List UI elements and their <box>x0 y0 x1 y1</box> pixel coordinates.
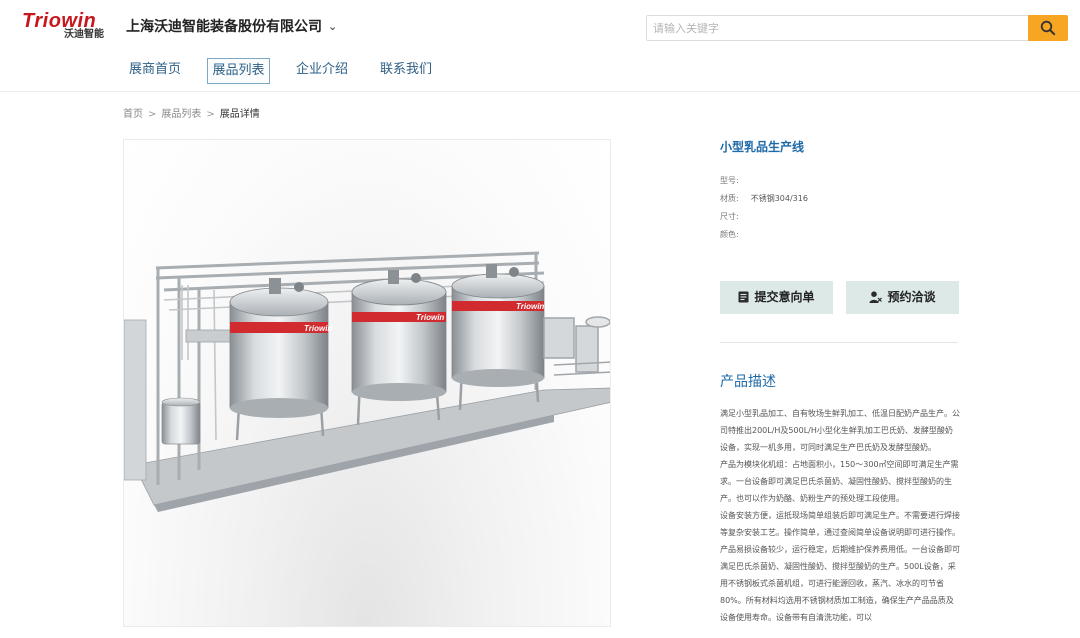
spec-model: 型号: <box>720 175 751 187</box>
nav-exhibitor-home[interactable]: 展商首页 <box>120 58 190 84</box>
spec-size: 尺寸: <box>720 211 751 223</box>
breadcrumb-separator: > <box>148 109 157 120</box>
book-meeting-button[interactable]: 预约洽谈 <box>846 281 959 314</box>
user-meeting-icon <box>869 291 883 303</box>
nav-contact-us[interactable]: 联系我们 <box>371 58 441 84</box>
book-meeting-label: 预约洽谈 <box>887 290 936 304</box>
company-name: 上海沃迪智能装备股份有限公司 <box>126 19 322 35</box>
breadcrumb-separator: > <box>206 109 215 120</box>
site-header: Triowin 沃迪智能 上海沃迪智能装备股份有限公司 ⌄ 展商首页 展品列表 企… <box>0 0 1080 92</box>
breadcrumb-current: 展品详情 <box>219 109 260 120</box>
search-input[interactable] <box>646 15 1029 41</box>
spec-value: 不锈钢304/316 <box>750 194 808 203</box>
tank-brand-label: Triowin <box>516 302 544 311</box>
spec-label: 颜色: <box>720 230 739 239</box>
chevron-down-icon: ⌄ <box>328 20 338 33</box>
description-paragraph: 满足小型乳品加工、自有牧场生鲜乳加工、低温日配奶产品生产。公司特推出200L/H… <box>720 409 960 452</box>
spec-label: 材质: <box>720 194 739 203</box>
search-button[interactable] <box>1028 15 1068 41</box>
spec-color: 颜色: <box>720 229 751 241</box>
tank-1: Triowin <box>229 278 332 441</box>
description-paragraph: 设备安装方便，运抵现场简单组装后即可满足生产。不需要进行焊接等复杂安装工艺。操作… <box>720 511 960 622</box>
submit-intent-button[interactable]: 提交意向单 <box>720 281 833 314</box>
tank-brand-label: Triowin <box>416 313 444 322</box>
breadcrumb-exhibit-list[interactable]: 展品列表 <box>161 109 201 120</box>
search-icon <box>1040 20 1056 36</box>
product-title: 小型乳品生产线 <box>720 140 805 154</box>
dairy-production-line-illustration: Triowin Triowin Triowin <box>124 251 610 512</box>
tank-3: Triowin <box>451 264 544 411</box>
breadcrumb: 首页 > 展品列表 > 展品详情 <box>123 108 260 122</box>
spec-label: 尺寸: <box>720 212 739 221</box>
description-heading: 产品描述 <box>720 374 776 390</box>
triowin-logo[interactable]: Triowin 沃迪智能 <box>22 10 108 44</box>
product-image[interactable]: Triowin Triowin Triowin <box>123 139 611 627</box>
submit-intent-label: 提交意向单 <box>754 290 815 304</box>
product-description: 满足小型乳品加工、自有牧场生鲜乳加工、低温日配奶产品生产。公司特推出200L/H… <box>720 405 960 626</box>
description-paragraph: 产品为模块化机组：占地面积小，150～300㎡空间即可满足生产需求。一台设备即可… <box>720 460 959 503</box>
company-switcher[interactable]: 上海沃迪智能装备股份有限公司 ⌄ <box>126 17 337 37</box>
spec-material: 材质: 不锈钢304/316 <box>720 193 808 205</box>
breadcrumb-home[interactable]: 首页 <box>123 109 143 120</box>
logo-subtitle: 沃迪智能 <box>64 29 104 40</box>
tank-2: Triowin <box>351 270 447 426</box>
section-divider <box>720 342 958 343</box>
nav-company-intro[interactable]: 企业介绍 <box>287 58 357 84</box>
spec-label: 型号: <box>720 176 739 185</box>
tank-brand-label: Triowin <box>304 324 332 333</box>
document-icon <box>738 291 749 303</box>
nav-exhibit-list[interactable]: 展品列表 <box>207 58 270 84</box>
